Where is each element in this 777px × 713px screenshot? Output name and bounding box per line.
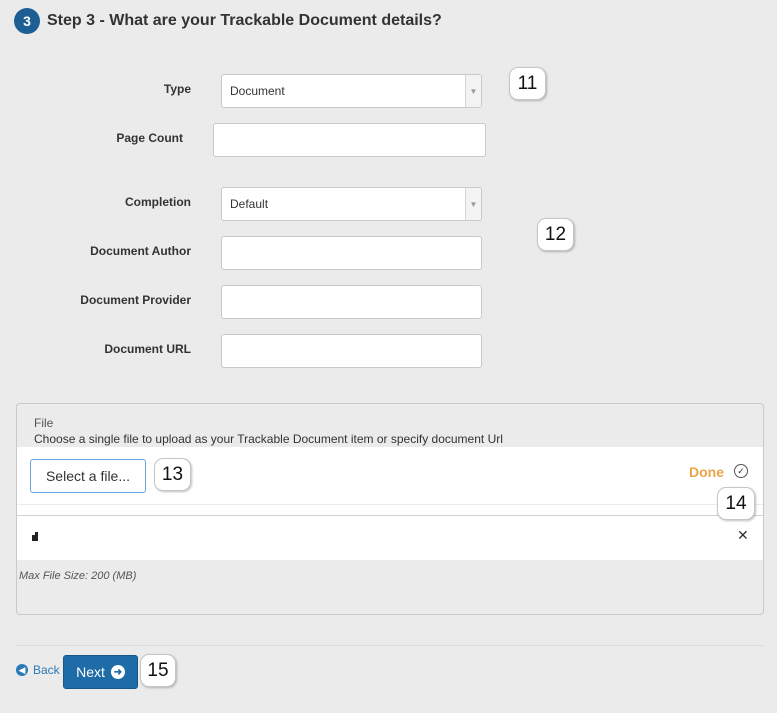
completion-select-value: Default	[230, 197, 269, 211]
completion-select[interactable]: Default ▼	[221, 187, 482, 221]
chevron-down-icon: ▼	[465, 188, 481, 220]
next-label: Next	[76, 664, 105, 680]
max-file-size-note: Max File Size: 200 (MB)	[19, 570, 137, 582]
page-count-label: Page Count	[116, 131, 183, 145]
close-icon[interactable]: ✕	[737, 527, 749, 544]
step-header: 3 Step 3 - What are your Trackable Docum…	[14, 8, 442, 34]
arrow-left-circle-icon: ◀	[16, 664, 28, 676]
footer-divider	[16, 645, 764, 646]
document-provider-input[interactable]	[221, 285, 482, 319]
file-panel-title: File	[34, 416, 54, 430]
callout-11: 11	[509, 67, 546, 100]
url-label: Document URL	[104, 342, 191, 356]
upload-toolbar: Select a file... Done ✓	[17, 447, 763, 504]
type-select[interactable]: Document ▼	[221, 74, 482, 108]
type-label: Type	[163, 82, 191, 96]
callout-12: 12	[537, 218, 574, 251]
upload-toolbar-extension	[17, 505, 763, 515]
document-author-input[interactable]	[221, 236, 482, 270]
back-label: Back	[33, 663, 60, 677]
next-button[interactable]: Next ➜	[63, 655, 138, 689]
step-number-badge: 3	[14, 8, 40, 34]
done-label[interactable]: Done	[689, 464, 724, 480]
author-label: Document Author	[90, 244, 191, 258]
type-select-value: Document	[230, 84, 285, 98]
provider-label: Document Provider	[80, 293, 191, 307]
callout-14: 14	[717, 487, 755, 520]
arrow-right-circle-icon: ➜	[110, 665, 125, 679]
file-panel: File Choose a single file to upload as y…	[16, 403, 764, 615]
completion-label: Completion	[125, 195, 191, 209]
grip-icon[interactable]	[32, 532, 42, 542]
back-link[interactable]: ◀ Back	[16, 663, 60, 677]
chevron-down-icon: ▼	[465, 75, 481, 107]
page-title: Step 3 - What are your Trackable Documen…	[47, 12, 442, 29]
callout-15: 15	[140, 654, 176, 687]
file-list-item: ✕	[17, 516, 763, 560]
check-circle-icon[interactable]: ✓	[734, 464, 748, 478]
select-file-button[interactable]: Select a file...	[30, 459, 146, 493]
page-count-input[interactable]	[213, 123, 486, 157]
document-url-input[interactable]	[221, 334, 482, 368]
file-panel-description: Choose a single file to upload as your T…	[34, 432, 503, 446]
callout-13: 13	[154, 458, 191, 491]
